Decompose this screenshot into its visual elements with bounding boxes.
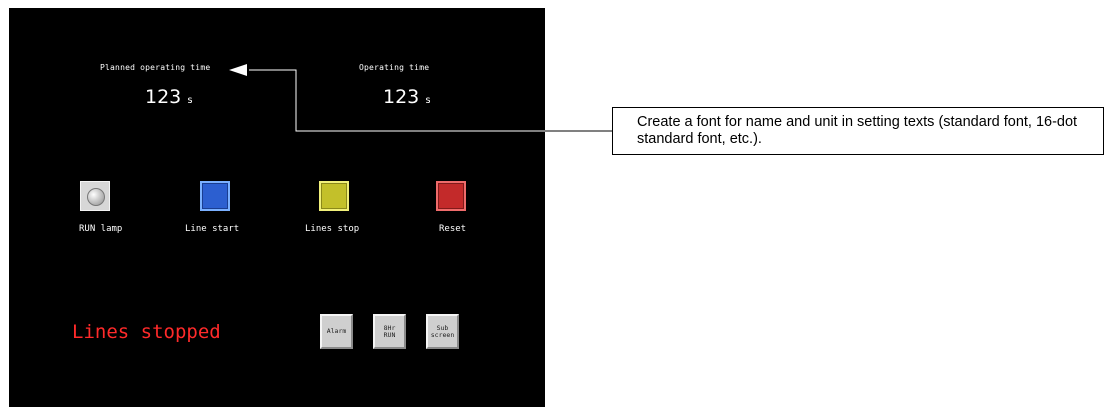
annotation-callout: Create a font for name and unit in setti…: [612, 107, 1104, 155]
callout-leader-line: [229, 64, 612, 132]
arrow-head-icon: [229, 64, 247, 76]
annotation-text: Create a font for name and unit in setti…: [637, 114, 1078, 147]
